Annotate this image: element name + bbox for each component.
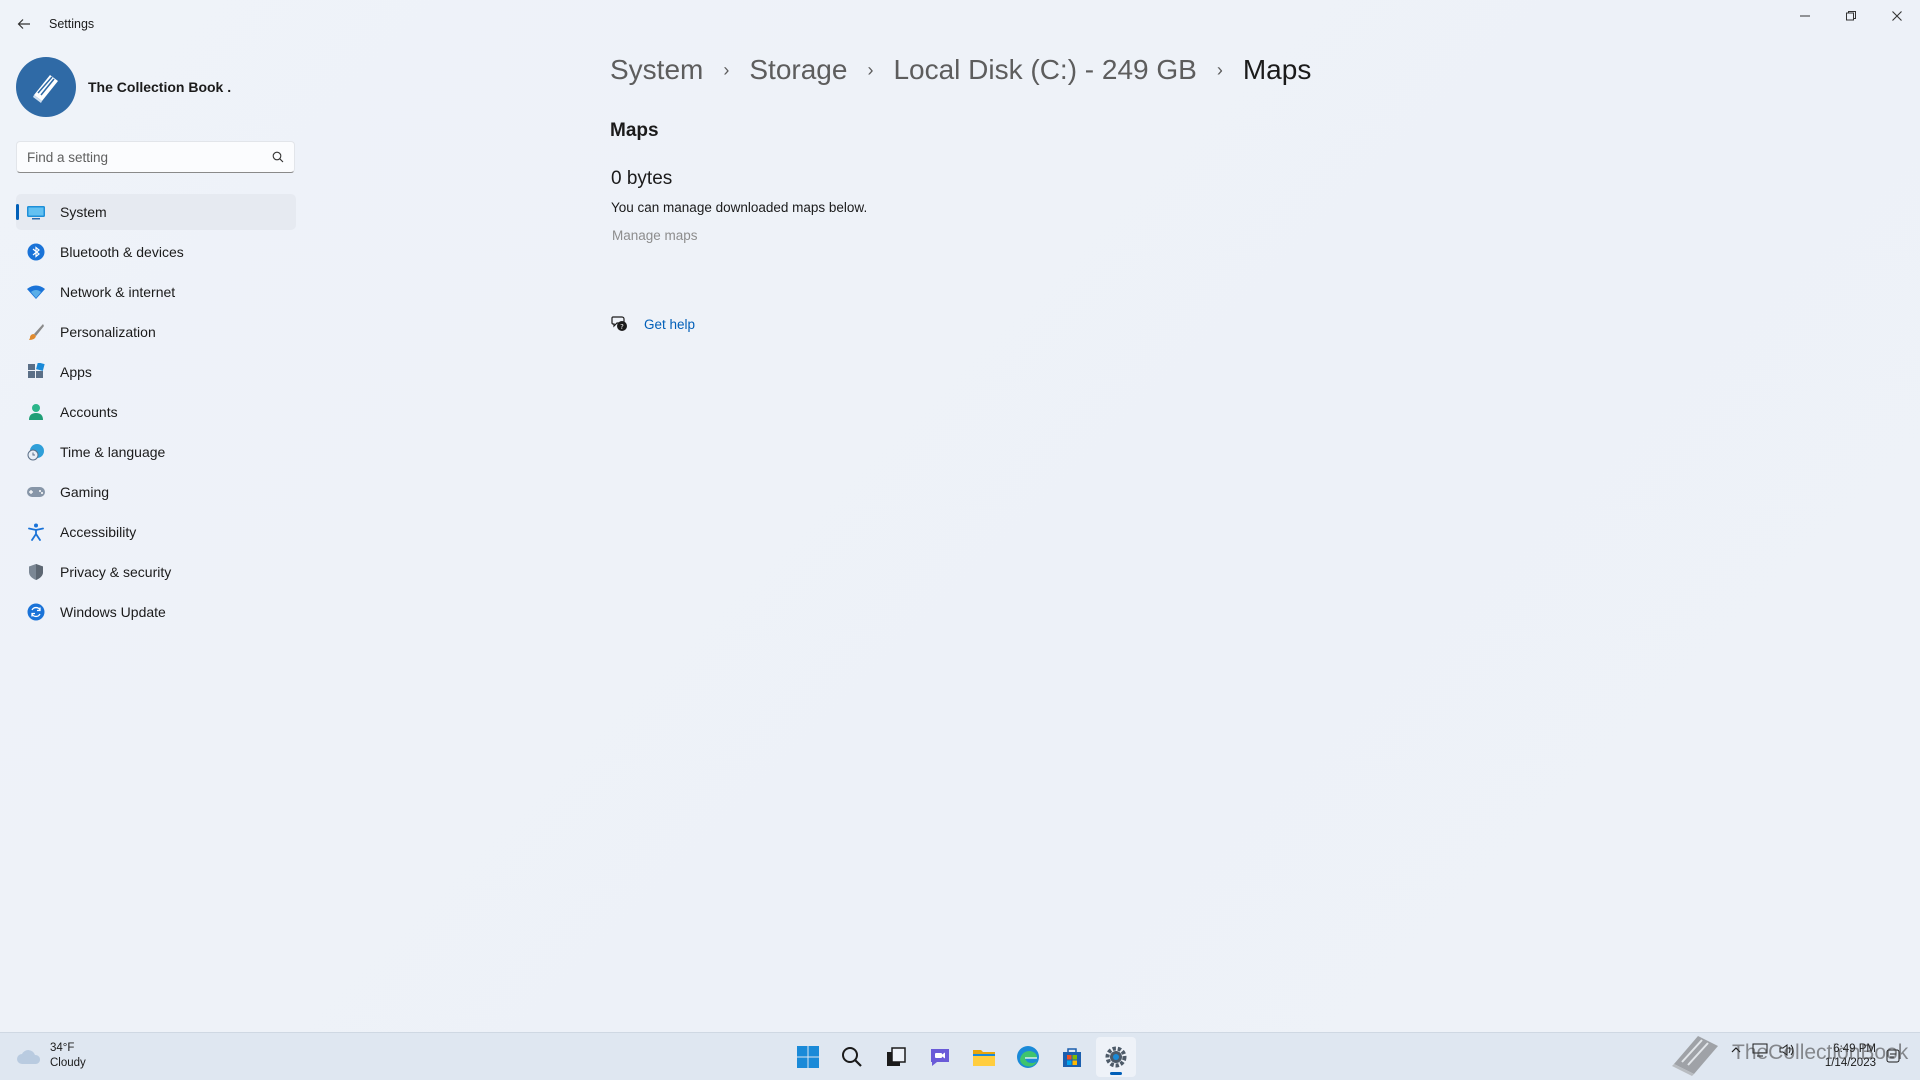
settings-taskbar-button[interactable] — [1096, 1037, 1136, 1077]
sidebar-item-label: Network & internet — [60, 284, 176, 300]
folder-icon — [973, 1050, 995, 1066]
sidebar-item-accessibility[interactable]: Accessibility — [16, 514, 296, 550]
minimize-icon — [1800, 15, 1810, 17]
system-icon — [26, 202, 46, 222]
sidebar-item-personalization[interactable]: Personalization — [16, 314, 296, 350]
svg-text:?: ? — [620, 323, 624, 331]
sidebar-item-bluetooth[interactable]: Bluetooth & devices — [16, 234, 296, 270]
settings-window: Settings The Collection Book . Find a se… — [0, 0, 1920, 1032]
sidebar-nav: System Bluetooth & devices Network & int… — [16, 194, 296, 634]
sidebar-item-label: Windows Update — [60, 604, 166, 620]
book-watermark-icon — [1672, 1036, 1718, 1076]
chat-button[interactable] — [920, 1037, 960, 1077]
weather-text: 34°F Cloudy — [50, 1041, 86, 1071]
taskbar-apps — [788, 1037, 1140, 1077]
sidebar-item-label: Accounts — [60, 404, 118, 420]
sidebar-item-label: Apps — [60, 364, 92, 380]
manage-maps-link[interactable]: Manage maps — [612, 228, 698, 243]
close-icon — [1892, 11, 1902, 21]
sidebar-item-system[interactable]: System — [16, 194, 296, 230]
weather-widget[interactable]: 34°F Cloudy — [16, 1041, 86, 1071]
breadcrumb-storage[interactable]: Storage — [749, 54, 847, 86]
sidebar-item-label: Accessibility — [60, 524, 137, 540]
sidebar-item-label: System — [60, 204, 107, 220]
app-title: Settings — [49, 17, 95, 31]
user-profile[interactable]: The Collection Book . — [16, 56, 231, 118]
avatar — [16, 57, 76, 117]
watermark: TheCollectionBook — [1668, 1030, 1908, 1076]
teams-chat-icon — [931, 1049, 949, 1066]
taskbar: 34°F Cloudy 6:49 PM 1/14/2023 — [0, 1032, 1920, 1080]
weather-temp: 34°F — [50, 1042, 75, 1054]
search-input[interactable] — [27, 149, 270, 165]
help-icon: ? — [610, 314, 630, 334]
sidebar-item-apps[interactable]: Apps — [16, 354, 296, 390]
breadcrumb-system[interactable]: System — [610, 54, 703, 86]
restore-icon — [1846, 11, 1856, 21]
chevron-right-icon: › — [867, 59, 874, 80]
close-button[interactable] — [1874, 0, 1920, 32]
sidebar-item-label: Time & language — [60, 444, 166, 460]
sidebar-item-network[interactable]: Network & internet — [16, 274, 296, 310]
sidebar-item-gaming[interactable]: Gaming — [16, 474, 296, 510]
globe-clock-icon — [26, 442, 46, 462]
start-button[interactable] — [788, 1037, 828, 1077]
search-box[interactable] — [16, 141, 295, 173]
chevron-right-icon: › — [723, 59, 730, 80]
minimize-button[interactable] — [1782, 0, 1828, 32]
sidebar-item-label: Privacy & security — [60, 564, 172, 580]
file-explorer-button[interactable] — [964, 1037, 1004, 1077]
shield-icon — [26, 562, 46, 582]
gear-icon — [1105, 1046, 1127, 1068]
get-help-label: Get help — [644, 316, 696, 332]
gamepad-icon — [26, 482, 46, 502]
sidebar-item-label: Personalization — [60, 324, 156, 340]
maps-description: You can manage downloaded maps below. — [611, 200, 868, 215]
sidebar-item-time-language[interactable]: Time & language — [16, 434, 296, 470]
edge-icon — [1017, 1046, 1039, 1068]
sidebar-item-label: Bluetooth & devices — [60, 244, 184, 260]
section-title: Maps — [610, 120, 659, 141]
sidebar-item-windows-update[interactable]: Windows Update — [16, 594, 296, 630]
chevron-right-icon: › — [1216, 59, 1223, 80]
cloud-icon — [17, 1050, 41, 1064]
arrow-left-icon — [17, 19, 30, 29]
breadcrumb: System › Storage › Local Disk (C:) - 249… — [610, 54, 1311, 86]
restore-button[interactable] — [1828, 0, 1874, 32]
update-icon — [26, 602, 46, 622]
task-view-button[interactable] — [876, 1037, 916, 1077]
wifi-icon — [26, 282, 46, 302]
taskbar-search-button[interactable] — [832, 1037, 872, 1077]
accessibility-icon — [26, 522, 46, 542]
weather-condition: Cloudy — [50, 1057, 86, 1069]
book-icon — [33, 75, 58, 103]
brush-icon — [26, 322, 46, 342]
back-button[interactable] — [10, 10, 38, 38]
task-view-icon — [887, 1047, 906, 1066]
maps-size: 0 bytes — [611, 168, 673, 189]
edge-button[interactable] — [1008, 1037, 1048, 1077]
sidebar-item-privacy[interactable]: Privacy & security — [16, 554, 296, 590]
search-icon[interactable] — [270, 149, 286, 165]
windows-icon — [797, 1046, 819, 1068]
breadcrumb-maps: Maps — [1242, 54, 1312, 85]
profile-name: The Collection Book . — [88, 79, 232, 95]
store-icon — [1063, 1048, 1081, 1067]
search-icon — [842, 1047, 862, 1067]
watermark-text: TheCollectionBook — [1732, 1041, 1909, 1064]
sidebar-item-accounts[interactable]: Accounts — [16, 394, 296, 430]
bluetooth-icon — [26, 242, 46, 262]
sidebar-item-label: Gaming — [60, 484, 110, 500]
store-button[interactable] — [1052, 1037, 1092, 1077]
breadcrumb-local-disk[interactable]: Local Disk (C:) - 249 GB — [893, 54, 1196, 86]
title-bar: Settings — [0, 0, 1920, 48]
account-icon — [26, 402, 46, 422]
get-help-link[interactable]: ? Get help — [610, 314, 695, 334]
apps-icon — [26, 362, 46, 382]
